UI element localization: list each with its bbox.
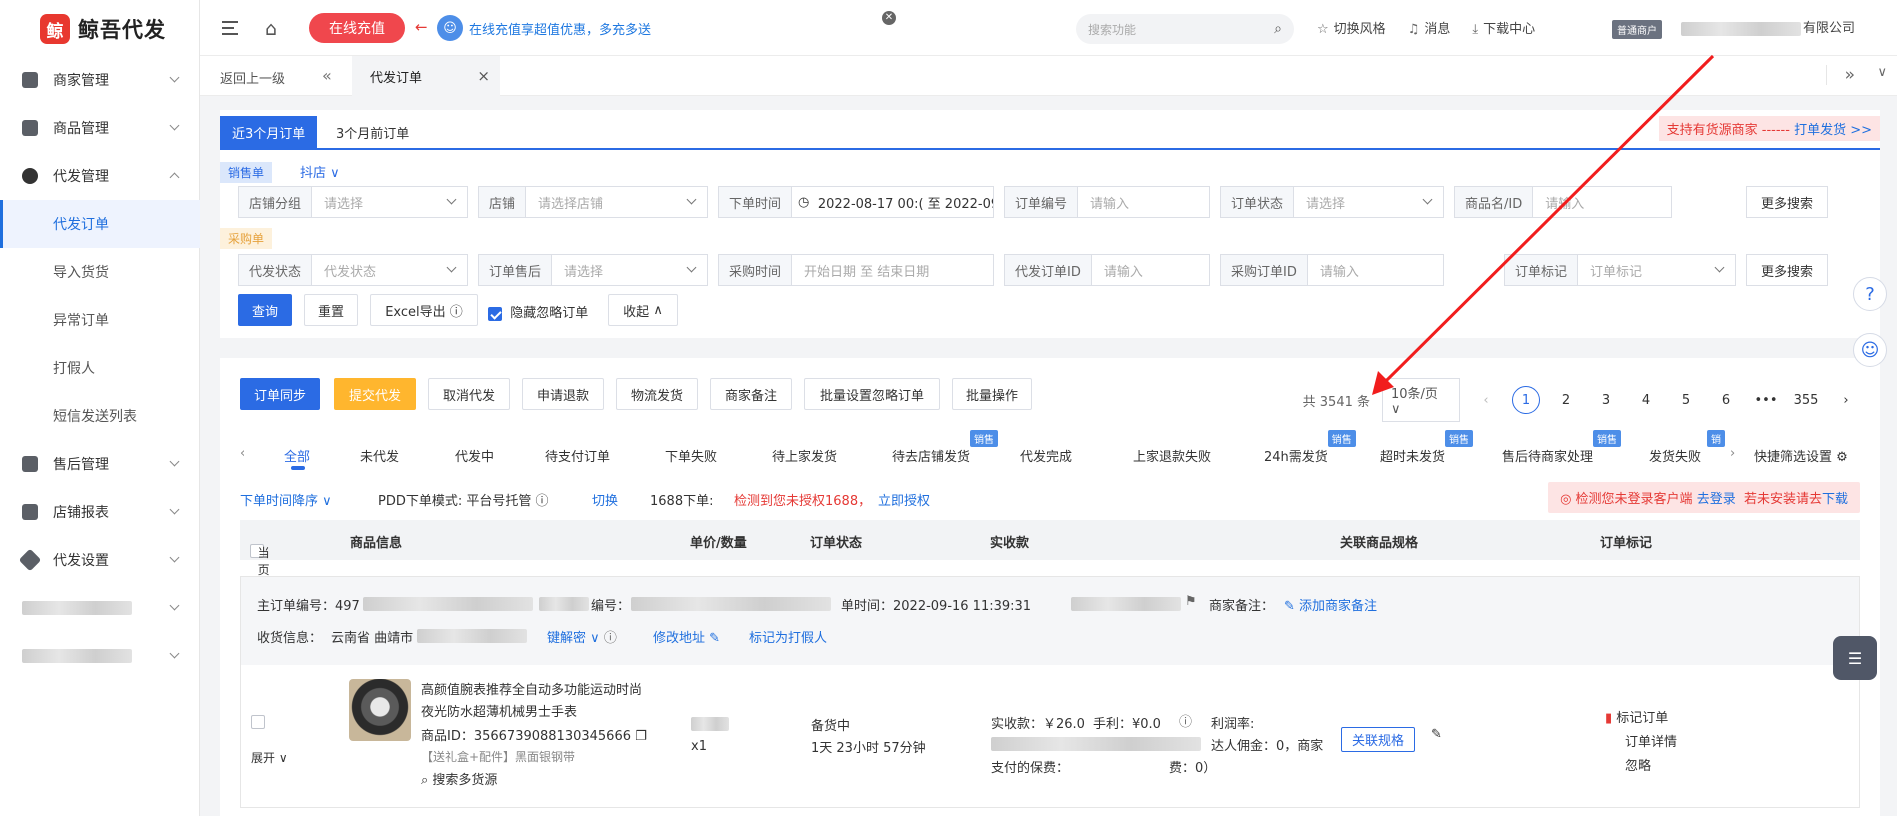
annotation-arrow (1372, 54, 1715, 395)
arrow-line (1383, 54, 1715, 384)
